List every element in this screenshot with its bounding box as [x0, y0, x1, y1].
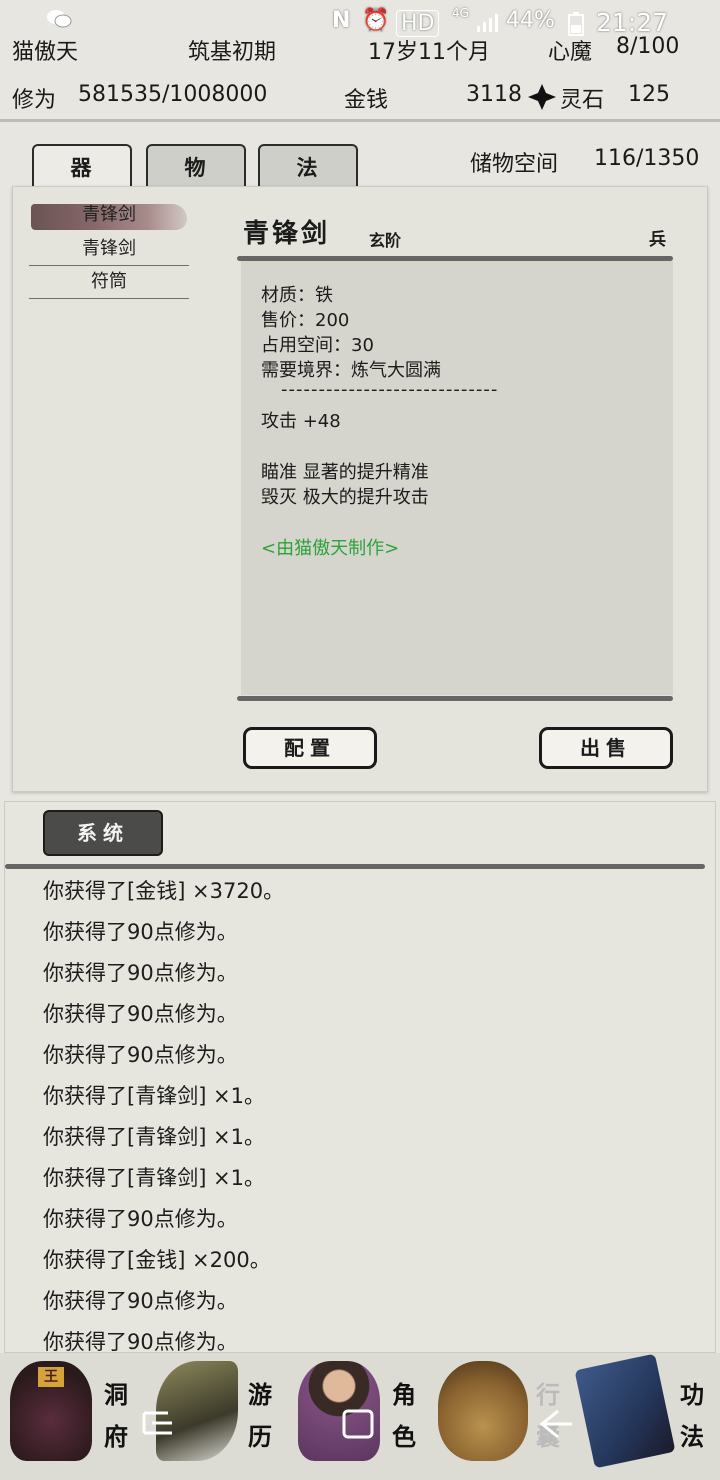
log-entry: 你获得了90点修为。 — [43, 961, 238, 985]
item-panel: 青锋剑 青锋剑 符筒 青锋剑 玄阶 兵 材质：铁 售价：200 占用空间：30 … — [12, 186, 708, 792]
maker-line: <由猫傲天制作> — [261, 538, 400, 559]
spirit-stone-icon — [528, 84, 556, 114]
back-icon[interactable] — [536, 1407, 576, 1450]
header-divider — [0, 119, 720, 122]
log-divider — [5, 864, 705, 869]
cultivation-value: 581535/1008000 — [78, 82, 268, 107]
sell-button[interactable]: 出售 — [539, 727, 673, 769]
tab-techniques[interactable]: 法 — [258, 144, 358, 188]
item-detail-box: 材质：铁 售价：200 占用空间：30 需要境界：炼气大圆满 ---------… — [241, 261, 673, 695]
realm-text: 筑基初期 — [188, 40, 277, 65]
tab-system[interactable]: 系统 — [43, 810, 163, 856]
battery-percent: 44% — [506, 8, 555, 33]
age-text: 17岁11个月 — [368, 40, 490, 65]
log-entry: 你获得了[金钱] ×200。 — [43, 1248, 271, 1272]
trait-line: 瞄准 显著的提升精准 — [261, 462, 429, 483]
money-label: 金钱 — [344, 88, 389, 113]
network-type: 4G — [452, 6, 469, 20]
spirit-stone-label: 灵石 — [560, 88, 605, 113]
wechat-icon — [46, 8, 72, 36]
clock: 21:27 — [596, 8, 669, 37]
list-item-selected[interactable]: 青锋剑 — [29, 199, 189, 231]
log-entry: 你获得了[青锋剑] ×1。 — [43, 1166, 266, 1190]
log-entry: 你获得了90点修为。 — [43, 1330, 238, 1354]
tab-items[interactable]: 物 — [146, 144, 246, 188]
cultivation-label: 修为 — [12, 88, 57, 113]
log-entry: 你获得了90点修为。 — [43, 1043, 238, 1067]
log-entry: 你获得了90点修为。 — [43, 920, 238, 944]
attack-line: 攻击 +48 — [261, 411, 341, 432]
system-log-panel: 系统 你获得了[金钱] ×3720。 你获得了90点修为。 你获得了90点修为。… — [4, 801, 716, 1354]
log-entry: 你获得了[青锋剑] ×1。 — [43, 1084, 266, 1108]
material-line: 材质：铁 — [261, 285, 333, 306]
log-entry: 你获得了[金钱] ×3720。 — [43, 879, 285, 903]
dashed-divider: ----------------------------- — [281, 379, 499, 400]
log-entry: 你获得了90点修为。 — [43, 1002, 238, 1026]
system-nav-bar — [0, 1395, 720, 1480]
home-icon[interactable] — [340, 1407, 376, 1450]
log-entry: 你获得了[青锋剑] ×1。 — [43, 1125, 266, 1149]
detail-bottom-divider — [237, 696, 673, 701]
storage-label: 储物空间 — [470, 152, 559, 177]
inner-demon-label: 心魔 — [548, 40, 593, 65]
item-title: 青锋剑 — [243, 219, 331, 249]
nfc-icon: N — [332, 8, 351, 33]
king-badge: 王 — [38, 1367, 64, 1387]
list-item[interactable]: 青锋剑 — [29, 233, 189, 266]
space-line: 占用空间：30 — [261, 335, 374, 356]
log-entry: 你获得了90点修为。 — [43, 1207, 238, 1231]
money-value: 3118 — [466, 82, 522, 107]
tab-equipment[interactable]: 器 — [32, 144, 132, 188]
status-bar: N ⏰ HD 4G 44% 21:27 — [0, 0, 720, 48]
price-line: 售价：200 — [261, 310, 350, 331]
recent-apps-icon[interactable] — [138, 1407, 178, 1448]
inner-demon-value: 8/100 — [616, 34, 680, 59]
list-item[interactable]: 符筒 — [29, 266, 189, 299]
hd-badge: HD — [396, 10, 440, 37]
item-grade: 玄阶 — [369, 231, 402, 250]
spirit-stone-value: 125 — [628, 82, 670, 107]
item-type: 兵 — [649, 230, 666, 250]
storage-value: 116/1350 — [594, 146, 700, 171]
trait-line: 毁灭 极大的提升攻击 — [261, 487, 429, 508]
alarm-icon: ⏰ — [362, 8, 390, 33]
equip-button[interactable]: 配置 — [243, 727, 377, 769]
log-entry: 你获得了90点修为。 — [43, 1289, 238, 1313]
player-name: 猫傲天 — [12, 40, 79, 65]
